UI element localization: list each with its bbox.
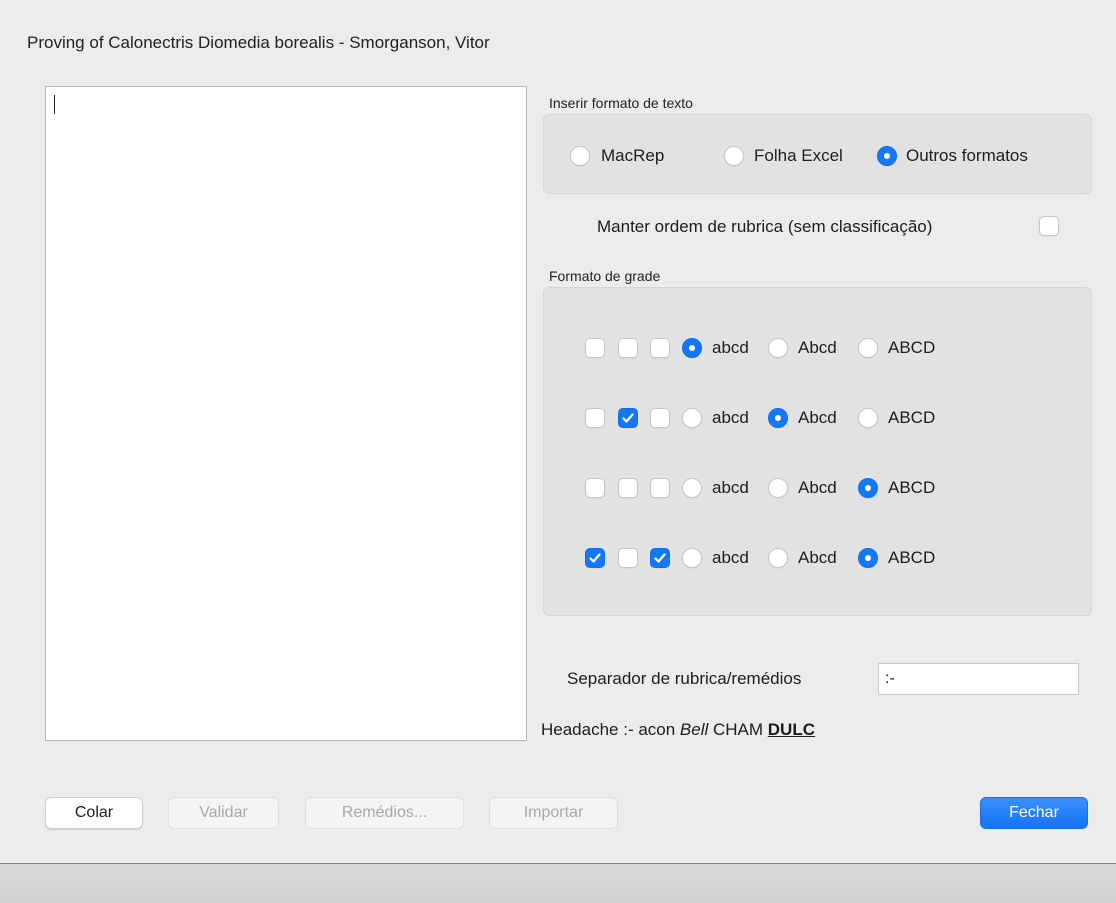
grade-row-4-label-abcd[interactable]: abcd bbox=[712, 548, 749, 568]
grade-row-3-check-1[interactable] bbox=[585, 478, 605, 498]
keep-order-label[interactable]: Manter ordem de rubrica (sem classificaç… bbox=[597, 217, 932, 237]
grade-row-3-label-abcd[interactable]: abcd bbox=[712, 478, 749, 498]
window-title: Proving of Calonectris Diomedia borealis… bbox=[27, 33, 490, 52]
grade-row-4-check-2[interactable] bbox=[618, 548, 638, 568]
checkmark-icon bbox=[589, 553, 601, 563]
grade-row-2-check-1[interactable] bbox=[585, 408, 605, 428]
remedies-button[interactable]: Remédios... bbox=[305, 797, 464, 829]
separator-label: Separador de rubrica/remédios bbox=[567, 669, 802, 688]
grade-row-2-check-2[interactable] bbox=[618, 408, 638, 428]
grade-row-2-radio-ABCD[interactable] bbox=[858, 408, 878, 428]
separator-input[interactable] bbox=[878, 663, 1079, 695]
grade-row-1-check-1[interactable] bbox=[585, 338, 605, 358]
example-middle: CHAM bbox=[708, 720, 768, 739]
grade-row-1-radio-Abcd[interactable] bbox=[768, 338, 788, 358]
example-prefix: Headache :- acon bbox=[541, 720, 680, 739]
grade-row-4-check-3[interactable] bbox=[650, 548, 670, 568]
paste-text-area[interactable] bbox=[45, 86, 527, 741]
grade-row-1-check-3[interactable] bbox=[650, 338, 670, 358]
grade-row-3-check-3[interactable] bbox=[650, 478, 670, 498]
grade-row-4-radio-abcd[interactable] bbox=[682, 548, 702, 568]
grade-row-1-label-ABCD[interactable]: ABCD bbox=[888, 338, 935, 358]
grade-row-3-radio-Abcd[interactable] bbox=[768, 478, 788, 498]
grade-row-2-label-ABCD[interactable]: ABCD bbox=[888, 408, 935, 428]
grade-row-3-check-2[interactable] bbox=[618, 478, 638, 498]
paste-button[interactable]: Colar bbox=[45, 797, 143, 829]
grade-row-3-radio-ABCD[interactable] bbox=[858, 478, 878, 498]
grade-row-2-label-Abcd[interactable]: Abcd bbox=[798, 408, 837, 428]
radio-folha-excel[interactable] bbox=[724, 146, 744, 166]
text-caret bbox=[54, 95, 55, 114]
grade-format-label: Formato de grade bbox=[549, 268, 661, 284]
grade-row-3-label-Abcd[interactable]: Abcd bbox=[798, 478, 837, 498]
grade-row-1-radio-ABCD[interactable] bbox=[858, 338, 878, 358]
close-button[interactable]: Fechar bbox=[980, 797, 1088, 829]
grade-row-1-label-Abcd[interactable]: Abcd bbox=[798, 338, 837, 358]
grade-row-1-label-abcd[interactable]: abcd bbox=[712, 338, 749, 358]
grade-row-2-radio-abcd[interactable] bbox=[682, 408, 702, 428]
grade-row-1-check-2[interactable] bbox=[618, 338, 638, 358]
checkmark-icon bbox=[622, 413, 634, 423]
grade-row-2-check-3[interactable] bbox=[650, 408, 670, 428]
example-italic: Bell bbox=[679, 720, 709, 739]
example-bold-underline: DULC bbox=[767, 720, 815, 739]
grade-row-3-label-ABCD[interactable]: ABCD bbox=[888, 478, 935, 498]
text-format-label: Inserir formato de texto bbox=[549, 95, 693, 111]
grade-row-2-label-abcd[interactable]: abcd bbox=[712, 408, 749, 428]
format-example: Headache :- acon Bell CHAM DULC bbox=[541, 720, 815, 740]
grade-row-3-radio-abcd[interactable] bbox=[682, 478, 702, 498]
import-button[interactable]: Importar bbox=[489, 797, 618, 829]
radio-outros-formatos-label[interactable]: Outros formatos bbox=[906, 146, 1028, 166]
keep-order-checkbox[interactable] bbox=[1039, 216, 1059, 236]
grade-row-4-radio-Abcd[interactable] bbox=[768, 548, 788, 568]
radio-macrep[interactable] bbox=[570, 146, 590, 166]
grade-row-4-label-ABCD[interactable]: ABCD bbox=[888, 548, 935, 568]
radio-outros-formatos[interactable] bbox=[877, 146, 897, 166]
validate-button[interactable]: Validar bbox=[168, 797, 279, 829]
grade-row-1-radio-abcd[interactable] bbox=[682, 338, 702, 358]
checkmark-icon bbox=[654, 553, 666, 563]
bottom-bar bbox=[0, 864, 1116, 903]
grade-row-4-check-1[interactable] bbox=[585, 548, 605, 568]
grade-row-4-radio-ABCD[interactable] bbox=[858, 548, 878, 568]
grade-row-2-radio-Abcd[interactable] bbox=[768, 408, 788, 428]
radio-folha-excel-label[interactable]: Folha Excel bbox=[754, 146, 843, 166]
grade-row-4-label-Abcd[interactable]: Abcd bbox=[798, 548, 837, 568]
radio-macrep-label[interactable]: MacRep bbox=[601, 146, 664, 166]
